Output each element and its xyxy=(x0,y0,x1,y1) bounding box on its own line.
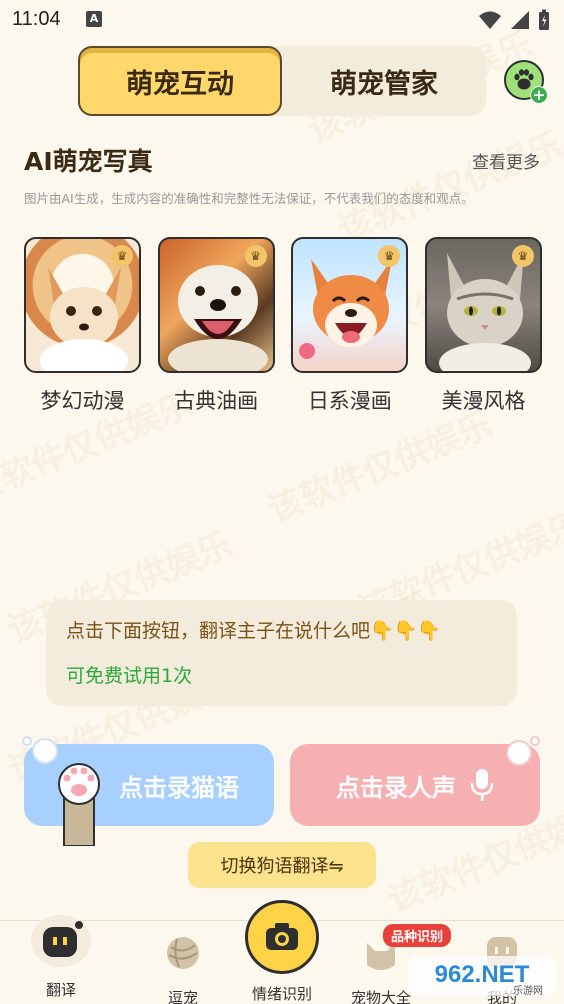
style-label: 古典油画 xyxy=(174,389,259,413)
top-tab-switcher: 萌宠互动 萌宠管家 xyxy=(78,46,486,116)
bubble-decoration xyxy=(32,738,58,764)
camera-icon xyxy=(266,923,298,950)
plus-icon: + xyxy=(530,86,548,104)
translate-icon xyxy=(31,915,91,967)
pet-image: ♛ xyxy=(24,237,141,373)
crown-icon: ♛ xyxy=(244,245,267,267)
tab-pet-manager[interactable]: 萌宠管家 xyxy=(282,46,486,116)
prompt-text: 点击下面按钮，翻译主子在说什么吧👇👇👇 xyxy=(66,620,441,642)
switch-dog-translate-button[interactable]: 切换狗语翻译⇋ xyxy=(188,842,376,888)
cat-paw-icon xyxy=(58,763,100,846)
breed-recognition-badge: 品种识别 xyxy=(383,924,452,947)
style-label: 日系漫画 xyxy=(307,389,392,413)
style-card-dream-anime[interactable]: ♛ 梦幻动漫 xyxy=(24,237,141,415)
bubble-decoration xyxy=(22,736,32,746)
record-human-label: 点击录人声 xyxy=(336,773,456,802)
section-title: AI萌宠写真 xyxy=(24,147,153,176)
pet-image: ♛ xyxy=(291,237,409,373)
emotion-camera-button[interactable] xyxy=(245,900,319,974)
style-card-classic-oil[interactable]: ♛ 古典油画 xyxy=(157,237,275,415)
ai-disclaimer: 图片由AI生成，生成内容的准确性和完整性无法保证，不代表我们的态度和观点。 xyxy=(24,191,474,206)
pet-image: ♛ xyxy=(157,237,275,373)
crown-icon: ♛ xyxy=(111,245,133,267)
style-label: 梦幻动漫 xyxy=(40,389,125,413)
watermark-text: 该软件仅供娱乐 xyxy=(332,124,564,251)
status-icons xyxy=(478,9,550,31)
style-card-japanese-manga[interactable]: ♛ 日系漫画 xyxy=(291,237,409,415)
bubble-decoration xyxy=(506,740,532,766)
microphone-icon xyxy=(470,769,494,801)
brand-subtext: 乐游网 xyxy=(513,984,543,997)
view-more-link[interactable]: 查看更多 xyxy=(472,148,540,173)
battery-icon xyxy=(539,9,549,30)
translate-prompt-box: 点击下面按钮，翻译主子在说什么吧👇👇👇 可免费试用1次 xyxy=(46,600,517,706)
style-label: 美漫风格 xyxy=(441,389,526,413)
record-human-button[interactable]: 点击录人声 xyxy=(290,744,540,826)
add-pet-button[interactable]: + xyxy=(504,60,548,104)
notification-icon: A xyxy=(86,11,102,27)
bubble-decoration xyxy=(530,736,540,746)
pet-image: ♛ xyxy=(424,237,542,373)
signal-icon xyxy=(511,11,529,29)
style-card-american-comic[interactable]: ♛ 美漫风格 xyxy=(424,237,542,415)
status-time: 11:04 xyxy=(12,8,61,30)
nav-label: 翻译 xyxy=(45,981,76,999)
watermark-text: 该软件仅供娱乐 xyxy=(262,404,499,531)
yarn-ball-icon xyxy=(167,937,199,969)
brand-text: 962.NET xyxy=(435,961,530,988)
nav-label: 情绪识别 xyxy=(251,985,312,1003)
switch-label: 切换狗语翻译⇋ xyxy=(220,856,344,877)
site-logo: 962.NET 乐游网 xyxy=(408,956,556,997)
tab-pet-interaction[interactable]: 萌宠互动 xyxy=(78,46,282,116)
status-bar: 11:04 A xyxy=(0,0,564,40)
record-cat-label: 点击录猫语 xyxy=(119,773,239,802)
crown-icon: ♛ xyxy=(511,245,534,267)
free-trial-text: 可免费试用1次 xyxy=(66,665,193,687)
wifi-icon xyxy=(479,11,501,29)
nav-label: 逗宠 xyxy=(167,989,198,1004)
portrait-style-list: ♛ 梦幻动漫 ♛ 古典油画 ♛ 日系漫画 ♛ 美漫风格 xyxy=(24,237,542,415)
